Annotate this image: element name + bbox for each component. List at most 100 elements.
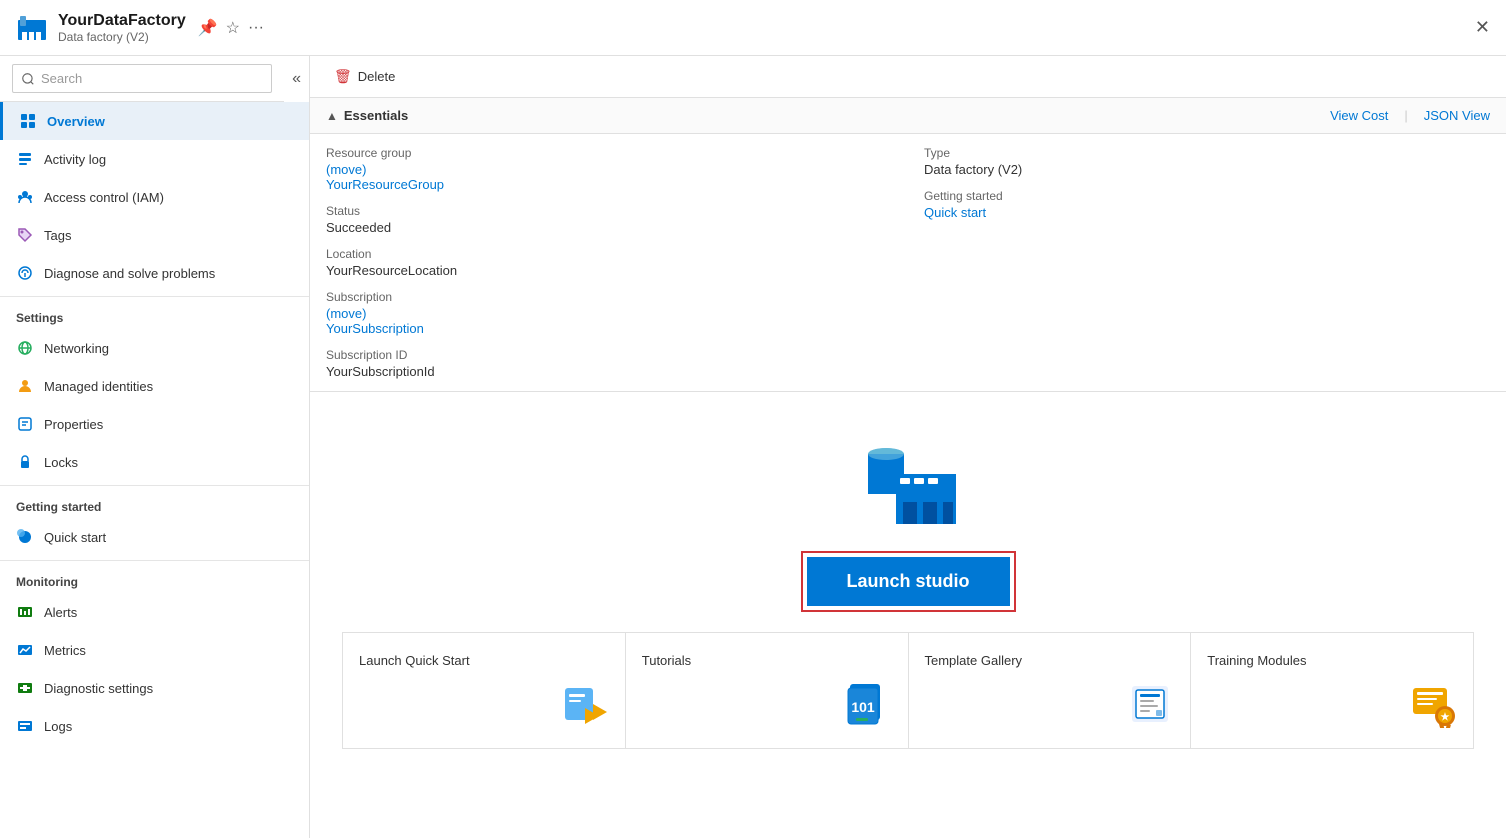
resource-group-move-link[interactable]: (move) (326, 162, 366, 177)
sidebar-item-tags[interactable]: Tags (0, 216, 309, 254)
app-icon (16, 12, 48, 44)
sidebar-item-locks[interactable]: Locks (0, 443, 309, 481)
delete-label: Delete (358, 69, 396, 84)
sidebar-item-managed-identities-label: Managed identities (44, 379, 153, 394)
status-value: Succeeded (326, 220, 892, 235)
activity-log-icon (16, 150, 34, 168)
app-subtitle: Data factory (V2) (58, 30, 186, 44)
sidebar-item-alerts-label: Alerts (44, 605, 77, 620)
card-launch-quick-start-title: Launch Quick Start (359, 653, 470, 668)
essentials-title: Essentials (344, 108, 408, 123)
location-value: YourResourceLocation (326, 263, 892, 278)
metrics-icon (16, 641, 34, 659)
sidebar-item-diagnostic-settings[interactable]: Diagnostic settings (0, 669, 309, 707)
sidebar-item-diagnostic-settings-label: Diagnostic settings (44, 681, 153, 696)
delete-button[interactable]: 🗑 Delete (326, 64, 403, 89)
sidebar-item-networking-label: Networking (44, 341, 109, 356)
card-template-gallery[interactable]: Template Gallery (909, 633, 1191, 748)
logs-icon (16, 717, 34, 735)
getting-started-label: Getting started (924, 189, 1490, 203)
sidebar-item-locks-label: Locks (44, 455, 78, 470)
pin-icon[interactable]: 📌 (198, 18, 218, 38)
resource-group-value: (move) YourResourceGroup (326, 162, 892, 192)
card-launch-quick-start-icon-area (359, 680, 609, 728)
svg-text:101: 101 (851, 699, 875, 715)
essentials-toggle-icon[interactable]: ▲ (326, 109, 338, 123)
top-bar-actions: 📌 ☆ ··· (198, 18, 264, 38)
content-area: 🗑 Delete ▲ Essentials View Cost | JSON V… (310, 56, 1506, 838)
sidebar-item-activity-log-label: Activity log (44, 152, 106, 167)
sidebar-item-managed-identities[interactable]: Managed identities (0, 367, 309, 405)
toolbar: 🗑 Delete (310, 56, 1506, 98)
sidebar-item-alerts[interactable]: Alerts (0, 593, 309, 631)
alerts-icon (16, 603, 34, 621)
quick-start-icon (561, 680, 609, 728)
tutorials-icon: 101 (844, 680, 892, 728)
subscription-move-link[interactable]: (move) (326, 306, 366, 321)
field-getting-started: Getting started Quick start (924, 189, 1490, 220)
field-subscription: Subscription (move) YourSubscription (326, 290, 892, 336)
sidebar-item-logs-label: Logs (44, 719, 72, 734)
search-input[interactable] (12, 64, 272, 93)
tags-icon (16, 226, 34, 244)
field-resource-group: Resource group (move) YourResourceGroup (326, 146, 892, 192)
launch-studio-button[interactable]: Launch studio (807, 557, 1010, 606)
subscription-label: Subscription (326, 290, 892, 304)
networking-icon (16, 339, 34, 357)
getting-started-section-label: Getting started (0, 485, 309, 518)
card-tutorials-title: Tutorials (642, 653, 691, 668)
subscription-value: (move) YourSubscription (326, 306, 892, 336)
view-cost-link[interactable]: View Cost (1330, 108, 1388, 123)
resource-group-link[interactable]: YourResourceGroup (326, 177, 444, 192)
sidebar-item-quick-start-label: Quick start (44, 530, 106, 545)
card-launch-quick-start[interactable]: Launch Quick Start (343, 633, 625, 748)
sidebar-item-quick-start[interactable]: Quick start (0, 518, 309, 556)
sidebar-item-overview-label: Overview (47, 114, 105, 129)
sidebar-collapse-button[interactable]: « (284, 66, 309, 92)
main-layout: « Overview (0, 56, 1506, 838)
factory-icon (848, 432, 968, 535)
subscription-link[interactable]: YourSubscription (326, 321, 424, 336)
sidebar-item-networking[interactable]: Networking (0, 329, 309, 367)
sidebar-item-overview[interactable]: Overview (0, 102, 309, 140)
sidebar-item-access-control-label: Access control (IAM) (44, 190, 164, 205)
field-status: Status Succeeded (326, 204, 892, 235)
sidebar-item-metrics[interactable]: Metrics (0, 631, 309, 669)
settings-section-label: Settings (0, 296, 309, 329)
card-template-gallery-icon-area (925, 680, 1175, 728)
essentials-right-col: Type Data factory (V2) Getting started Q… (908, 134, 1506, 391)
svg-text:★: ★ (1441, 712, 1450, 723)
sidebar-search-container (0, 56, 284, 102)
field-location: Location YourResourceLocation (326, 247, 892, 278)
type-value: Data factory (V2) (924, 162, 1490, 177)
card-training-modules[interactable]: Training Modules ★ (1191, 633, 1473, 748)
sidebar-item-logs[interactable]: Logs (0, 707, 309, 745)
location-label: Location (326, 247, 892, 261)
iam-icon (16, 188, 34, 206)
star-icon[interactable]: ☆ (226, 18, 240, 38)
card-tutorials[interactable]: Tutorials 101 (626, 633, 908, 748)
delete-icon: 🗑 (334, 68, 352, 85)
sidebar-item-activity-log[interactable]: Activity log (0, 140, 309, 178)
cards-row: Launch Quick Start Tutorials (342, 632, 1474, 749)
training-modules-icon: ★ (1409, 680, 1457, 728)
cards-container: Launch Quick Start Tutorials (310, 632, 1506, 781)
status-label: Status (326, 204, 892, 218)
center-section: Launch studio (310, 392, 1506, 632)
sidebar-item-properties[interactable]: Properties (0, 405, 309, 443)
json-view-link[interactable]: JSON View (1424, 108, 1490, 123)
sidebar-item-tags-label: Tags (44, 228, 71, 243)
field-type: Type Data factory (V2) (924, 146, 1490, 177)
sidebar-item-diagnose[interactable]: Diagnose and solve problems (0, 254, 309, 292)
field-subscription-id: Subscription ID YourSubscriptionId (326, 348, 892, 379)
sidebar-item-access-control[interactable]: Access control (IAM) (0, 178, 309, 216)
type-label: Type (924, 146, 1490, 160)
card-training-modules-title: Training Modules (1207, 653, 1306, 668)
overview-icon (19, 112, 37, 130)
subscription-id-label: Subscription ID (326, 348, 892, 362)
close-icon[interactable]: ✕ (1475, 17, 1490, 38)
more-icon[interactable]: ··· (248, 19, 264, 37)
app-name: YourDataFactory (58, 12, 186, 30)
identity-icon (16, 377, 34, 395)
quick-start-link[interactable]: Quick start (924, 205, 986, 220)
